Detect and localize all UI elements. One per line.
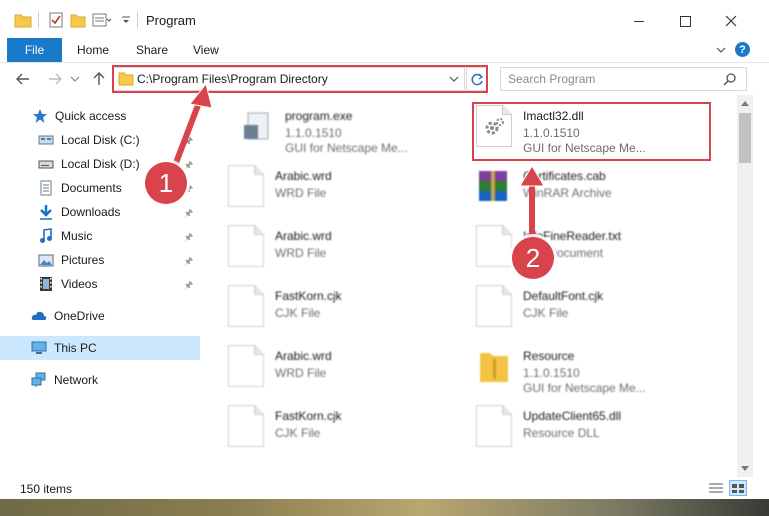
tiles-view-button[interactable] — [729, 480, 747, 496]
status-bar: 150 items — [0, 477, 769, 499]
step-badge-2: 2 — [512, 237, 554, 279]
scrollbar-thumb[interactable] — [739, 113, 751, 163]
vertical-scrollbar[interactable] — [737, 95, 753, 477]
scroll-up-icon[interactable] — [741, 100, 749, 106]
desktop-background — [0, 499, 769, 516]
arrow-1 — [171, 82, 213, 170]
annotation-arrows — [171, 82, 545, 240]
step-badge-1: 1 — [145, 162, 187, 204]
arrow-2 — [519, 165, 545, 240]
item-count: 150 items — [20, 482, 73, 496]
scroll-down-icon[interactable] — [741, 466, 749, 472]
tiles-view-icon — [732, 484, 744, 493]
details-view-button[interactable] — [708, 482, 724, 495]
details-view-icon — [709, 483, 723, 493]
